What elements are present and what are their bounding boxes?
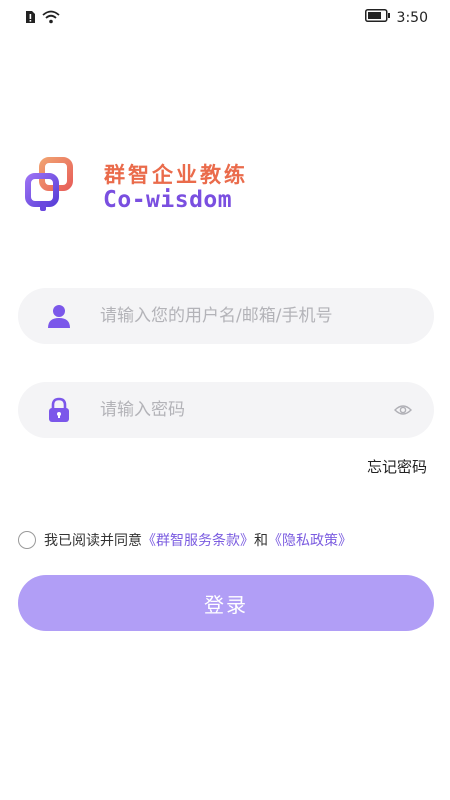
battery-icon [364, 9, 391, 26]
status-left [24, 9, 60, 28]
username-input[interactable] [100, 288, 390, 344]
user-icon [48, 305, 70, 328]
forgot-password-link[interactable]: 忘记密码 [367, 456, 427, 477]
lock-icon [49, 397, 69, 422]
username-field[interactable] [18, 288, 434, 344]
agreement-prefix: 我已阅读并同意 [44, 533, 142, 549]
logo-mark-icon [25, 157, 73, 211]
sim-alert-icon [24, 9, 36, 28]
password-input[interactable] [100, 382, 390, 438]
agreement-row: 我已阅读并同意 《群智服务条款》 和 《隐私政策》 [18, 530, 352, 550]
logo-english-name: Co-wisdom [103, 187, 233, 213]
service-terms-link[interactable]: 《群智服务条款》 [142, 530, 254, 550]
privacy-policy-link[interactable]: 《隐私政策》 [268, 530, 352, 550]
agreement-and: 和 [254, 533, 268, 549]
clock: 3:50 [396, 9, 428, 26]
password-field[interactable] [18, 382, 434, 438]
logo-chinese-name: 群智企业教练 [104, 163, 248, 187]
login-button[interactable]: 登录 [18, 575, 434, 631]
status-right: 3:50 [364, 9, 428, 26]
status-bar: 3:50 [0, 0, 450, 34]
wifi-icon [42, 9, 60, 28]
app-logo: 群智企业教练 Co-wisdom [22, 157, 252, 219]
agreement-checkbox[interactable] [18, 531, 36, 549]
eye-icon[interactable] [394, 401, 412, 419]
